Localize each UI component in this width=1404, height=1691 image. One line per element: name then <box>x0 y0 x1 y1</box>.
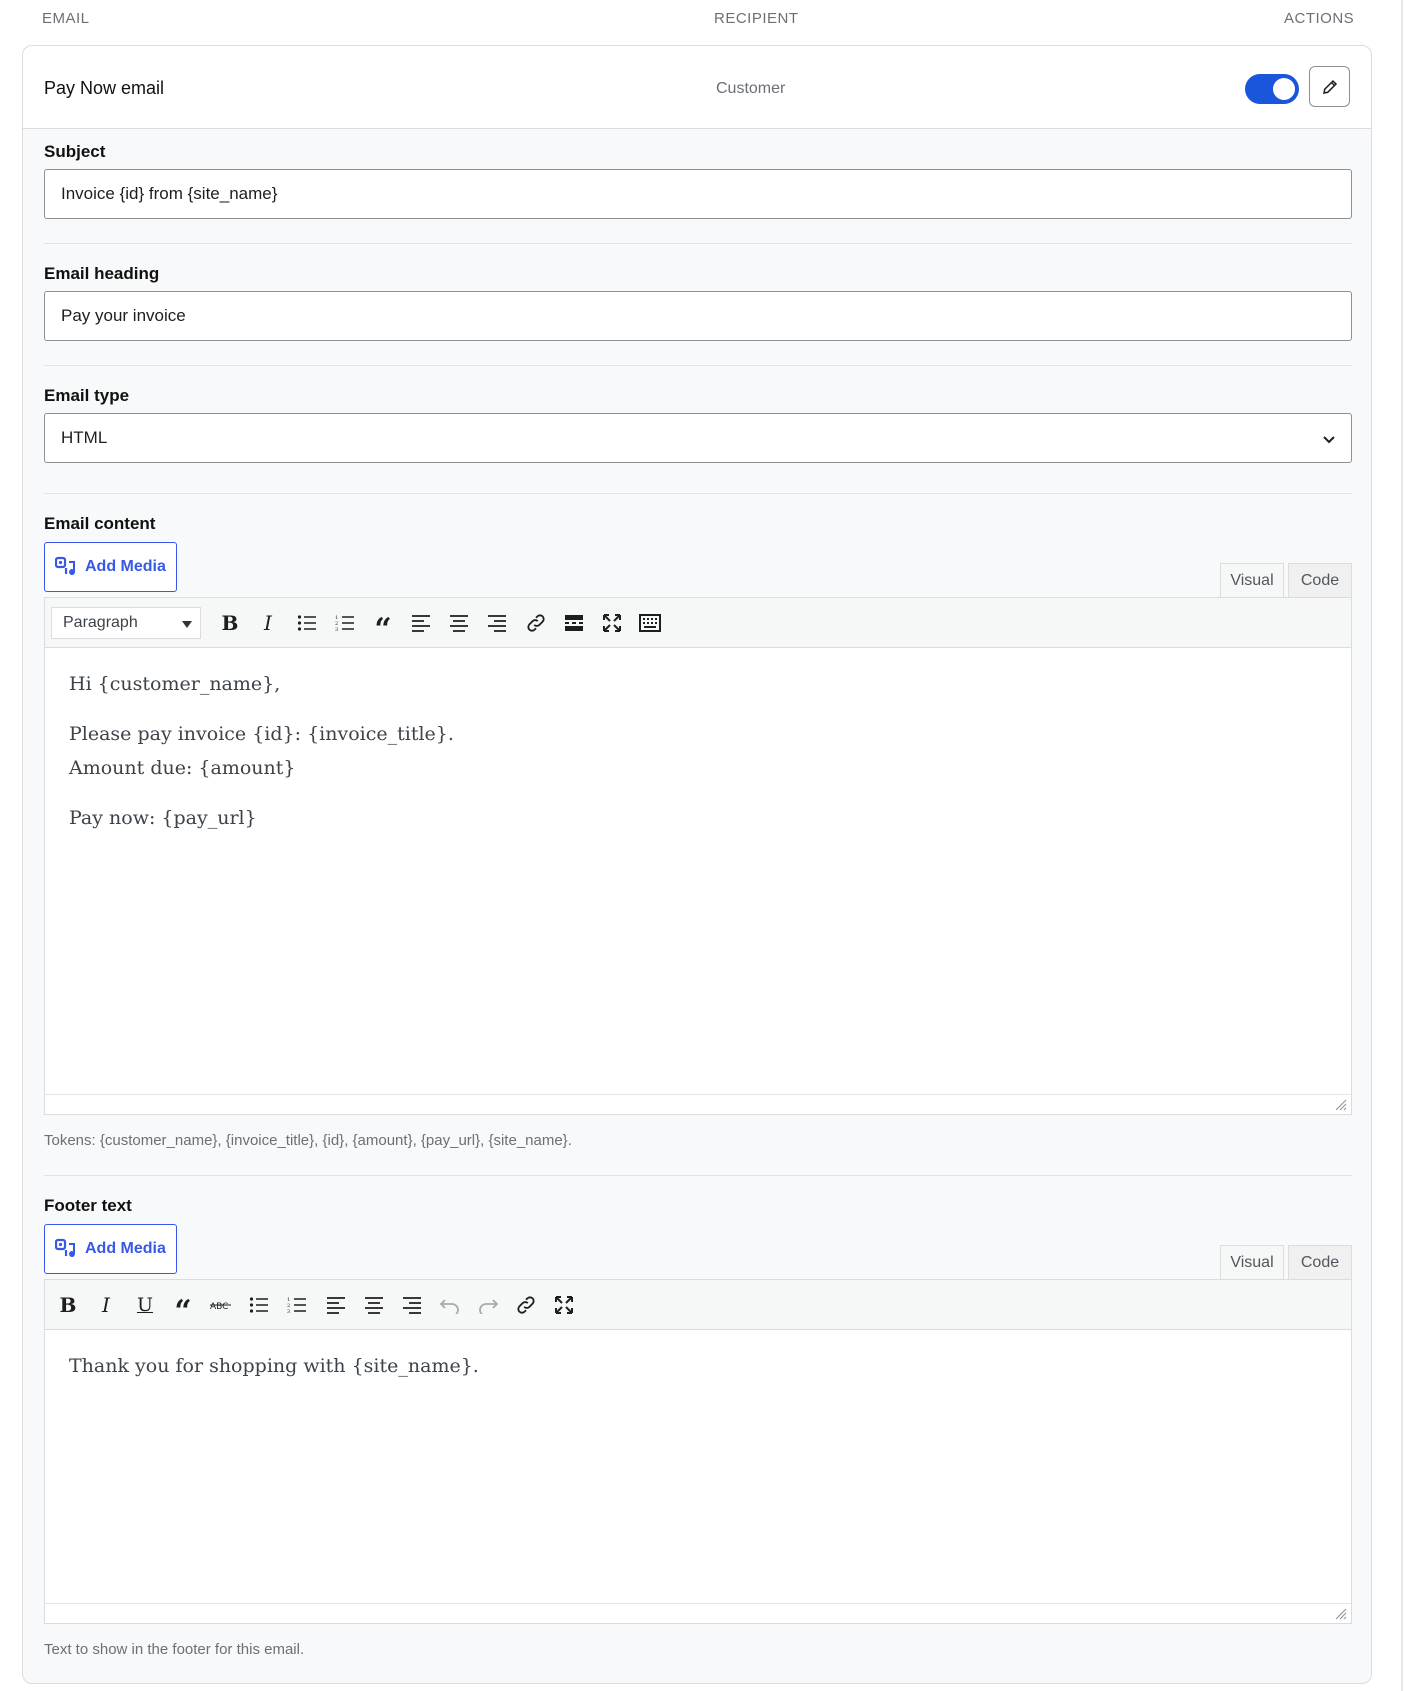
bullet-list-icon[interactable] <box>246 1292 272 1318</box>
fullscreen-icon[interactable] <box>551 1292 577 1318</box>
bold-icon[interactable]: B <box>55 1292 81 1318</box>
numbered-list-icon[interactable]: 123 <box>284 1292 310 1318</box>
email-type-select[interactable]: HTML <box>44 413 1352 463</box>
bullet-list-icon[interactable] <box>294 610 320 636</box>
footer-tab-visual[interactable]: Visual <box>1220 1245 1284 1280</box>
italic-icon[interactable]: I <box>93 1292 119 1318</box>
page-scrollbar[interactable] <box>1401 0 1403 1691</box>
editor-statusbar <box>45 1603 1351 1623</box>
add-media-icon <box>55 556 76 576</box>
recipient-label: Customer <box>716 80 786 97</box>
undo-icon[interactable] <box>437 1292 463 1318</box>
column-actions: ACTIONS <box>1284 10 1355 27</box>
content-editor: Paragraph B I 123 “ Hi {customer_name}, … <box>44 597 1352 1115</box>
column-email: EMAIL <box>42 10 90 27</box>
tab-code[interactable]: Code <box>1288 563 1352 598</box>
pencil-icon <box>1322 79 1337 94</box>
footer-editor: B I U “ ABC 123 Thank you for shopping w… <box>44 1279 1352 1624</box>
svg-text:3: 3 <box>287 1309 290 1314</box>
chevron-down-icon <box>1323 436 1335 444</box>
footer-line: Thank you for shopping with {site_name}. <box>69 1355 479 1377</box>
blockquote-icon[interactable]: “ <box>370 610 396 647</box>
footer-text-area[interactable]: Thank you for shopping with {site_name}. <box>45 1331 1351 1401</box>
align-left-icon[interactable] <box>323 1292 349 1318</box>
editor-toolbar: B I U “ ABC 123 <box>45 1280 1351 1330</box>
heading-input[interactable]: Pay your invoice <box>44 291 1352 341</box>
email-settings-card: Pay Now email Customer Subject Invoice {… <box>22 45 1372 1684</box>
svg-text:3: 3 <box>335 627 338 632</box>
editor-toolbar: Paragraph B I 123 “ <box>45 598 1351 648</box>
footer-text-label: Footer text <box>44 1196 132 1215</box>
edit-button[interactable] <box>1309 66 1350 107</box>
footer-tab-code[interactable]: Code <box>1288 1245 1352 1280</box>
numbered-list-icon[interactable]: 123 <box>332 610 358 636</box>
enable-toggle[interactable] <box>1245 74 1299 104</box>
toolbar-toggle-icon[interactable] <box>637 610 663 636</box>
email-content-label: Email content <box>44 514 156 533</box>
email-type-value: HTML <box>61 428 108 447</box>
content-line: Pay now: {pay_url} <box>69 807 257 829</box>
email-type-label: Email type <box>44 386 130 405</box>
footer-help-text: Text to show in the footer for this emai… <box>44 1641 305 1658</box>
redo-icon[interactable] <box>475 1292 501 1318</box>
heading-label: Email heading <box>44 264 160 283</box>
tab-visual[interactable]: Visual <box>1220 563 1284 598</box>
underline-icon[interactable]: U <box>132 1292 158 1318</box>
strikethrough-icon[interactable]: ABC <box>208 1292 234 1318</box>
blockquote-icon[interactable]: “ <box>170 1292 196 1329</box>
subject-input[interactable]: Invoice {id} from {site_name} <box>44 169 1352 219</box>
align-center-icon[interactable] <box>361 1292 387 1318</box>
bold-icon[interactable]: B <box>217 610 243 636</box>
divider <box>44 365 1352 366</box>
email-row: Pay Now email Customer <box>23 46 1371 129</box>
align-right-icon[interactable] <box>399 1292 425 1318</box>
add-media-label: Add Media <box>85 558 166 575</box>
table-header: EMAIL RECIPIENT ACTIONS <box>0 0 1400 40</box>
add-media-button[interactable]: Add Media <box>44 542 177 592</box>
add-media-label: Add Media <box>85 1240 166 1257</box>
fullscreen-icon[interactable] <box>599 610 625 636</box>
content-line: Please pay invoice {id}: {invoice_title}… <box>69 723 454 745</box>
editor-statusbar <box>45 1094 1351 1114</box>
format-select[interactable]: Paragraph <box>51 607 201 639</box>
email-name: Pay Now email <box>44 78 165 98</box>
divider <box>44 243 1352 244</box>
resize-grip-icon[interactable] <box>1335 1099 1347 1111</box>
content-help-text: Tokens: {customer_name}, {invoice_title}… <box>44 1132 572 1149</box>
divider <box>44 493 1352 494</box>
column-recipient: RECIPIENT <box>714 10 799 27</box>
resize-grip-icon[interactable] <box>1335 1608 1347 1620</box>
content-text-area[interactable]: Hi {customer_name}, Please pay invoice {… <box>45 649 1351 853</box>
align-center-icon[interactable] <box>446 610 472 636</box>
footer-add-media-button[interactable]: Add Media <box>44 1224 177 1274</box>
italic-icon[interactable]: I <box>255 610 281 636</box>
divider <box>44 1175 1352 1176</box>
content-line: Hi {customer_name}, <box>69 673 281 695</box>
content-line: Amount due: {amount} <box>69 757 296 779</box>
subject-label: Subject <box>44 142 106 161</box>
link-icon[interactable] <box>523 610 549 636</box>
align-left-icon[interactable] <box>408 610 434 636</box>
link-icon[interactable] <box>513 1292 539 1318</box>
svg-text:ABC: ABC <box>210 1302 228 1312</box>
read-more-icon[interactable] <box>561 610 587 636</box>
add-media-icon <box>55 1238 76 1258</box>
align-right-icon[interactable] <box>484 610 510 636</box>
